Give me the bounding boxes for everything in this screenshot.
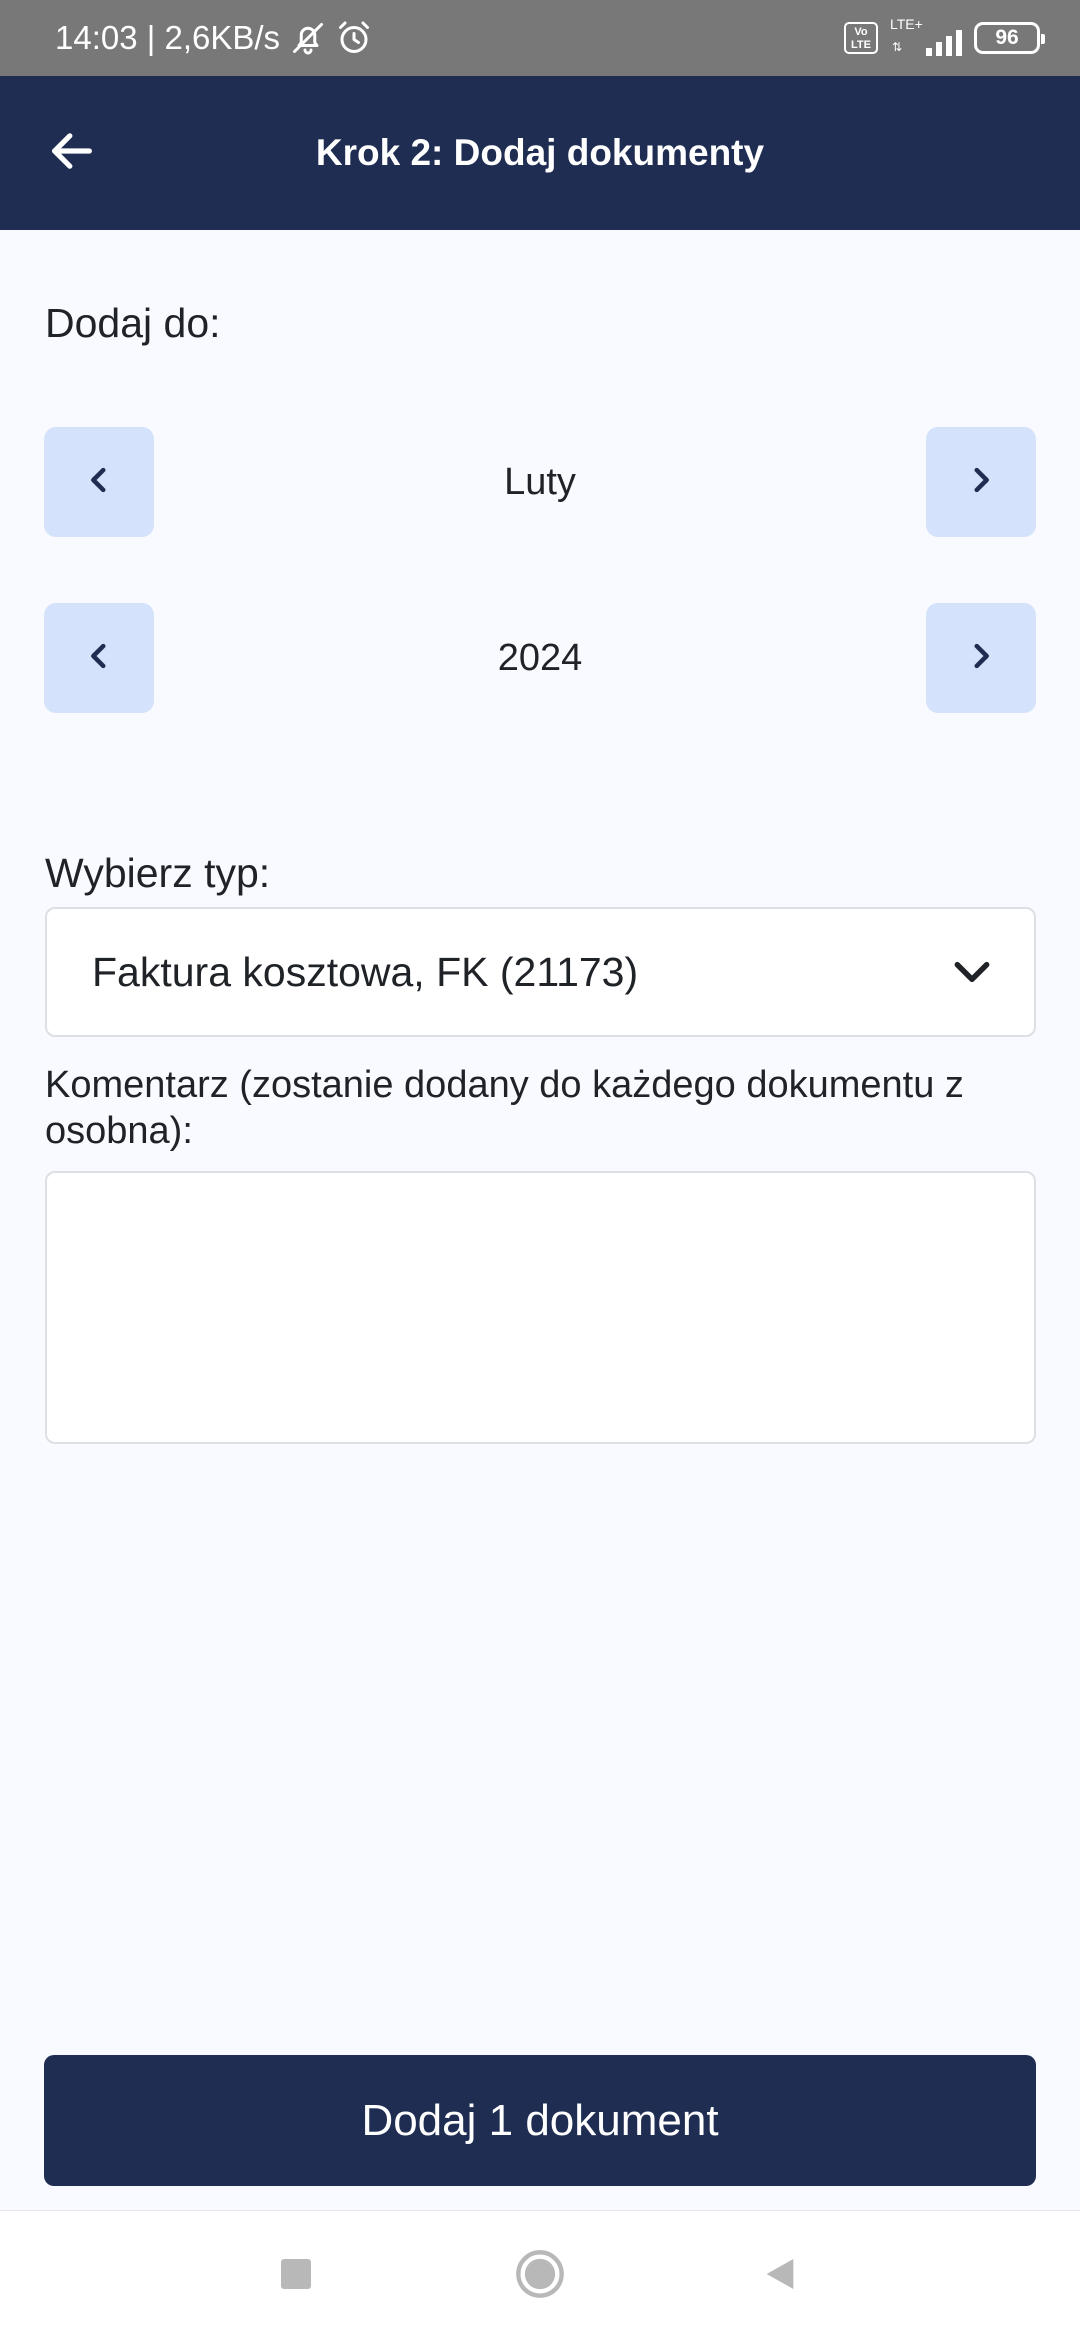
volte-icon: Vo LTE xyxy=(844,22,878,54)
battery-level: 96 xyxy=(995,26,1019,49)
alarm-icon xyxy=(336,20,372,56)
system-back-button[interactable] xyxy=(720,2211,840,2340)
month-stepper: Luty xyxy=(44,427,1036,537)
month-value: Luty xyxy=(504,460,576,503)
page-title: Krok 2: Dodaj dokumenty xyxy=(315,132,765,173)
network-type: LTE+ xyxy=(890,16,923,32)
add-documents-button[interactable]: Dodaj 1 dokument xyxy=(44,2055,1036,2186)
status-bar: 14:03 | 2,6KB/s Vo LTE LTE+ ⇅ 96 xyxy=(0,0,1080,76)
status-right: Vo LTE LTE+ ⇅ 96 xyxy=(844,0,1045,76)
signal-bars xyxy=(926,30,962,56)
home-icon xyxy=(514,2248,566,2305)
year-next-button[interactable] xyxy=(926,603,1036,713)
chevron-left-icon xyxy=(82,463,116,502)
document-type-select[interactable]: Faktura kosztowa, FK (21173) xyxy=(45,907,1036,1037)
month-next-button[interactable] xyxy=(926,427,1036,537)
home-button[interactable] xyxy=(480,2211,600,2340)
document-type-value: Faktura kosztowa, FK (21173) xyxy=(92,948,639,995)
comment-textarea[interactable] xyxy=(45,1171,1036,1444)
arrow-left-icon xyxy=(46,125,98,182)
comment-label: Komentarz (zostanie dodany do każdego do… xyxy=(45,1064,964,1152)
month-prev-button[interactable] xyxy=(44,427,154,537)
status-left: 14:03 | 2,6KB/s xyxy=(55,0,372,76)
signal-icon: LTE+ ⇅ xyxy=(890,16,962,58)
chevron-down-icon xyxy=(950,909,994,1035)
recent-apps-button[interactable] xyxy=(236,2211,356,2340)
back-button[interactable] xyxy=(30,111,114,195)
status-time-speed: 14:03 | 2,6KB/s xyxy=(55,19,281,56)
data-arrows-icon: ⇅ xyxy=(892,40,903,54)
year-stepper: 2024 xyxy=(44,603,1036,713)
add-to-label: Dodaj do: xyxy=(45,300,221,346)
year-value: 2024 xyxy=(497,636,583,679)
battery-icon: 96 xyxy=(974,22,1045,54)
app-bar: Krok 2: Dodaj dokumenty xyxy=(0,76,1080,230)
bell-off-icon xyxy=(290,20,326,56)
chevron-left-icon xyxy=(82,639,116,678)
chevron-right-icon xyxy=(964,463,998,502)
app-screen: 14:03 | 2,6KB/s Vo LTE LTE+ ⇅ 96 Krok 2:… xyxy=(0,0,1080,2340)
system-nav-bar xyxy=(0,2210,1080,2340)
year-prev-button[interactable] xyxy=(44,603,154,713)
back-triangle-icon xyxy=(760,2254,800,2299)
chevron-right-icon xyxy=(964,639,998,678)
recent-apps-icon xyxy=(278,2256,314,2297)
type-label: Wybierz typ: xyxy=(45,850,271,896)
